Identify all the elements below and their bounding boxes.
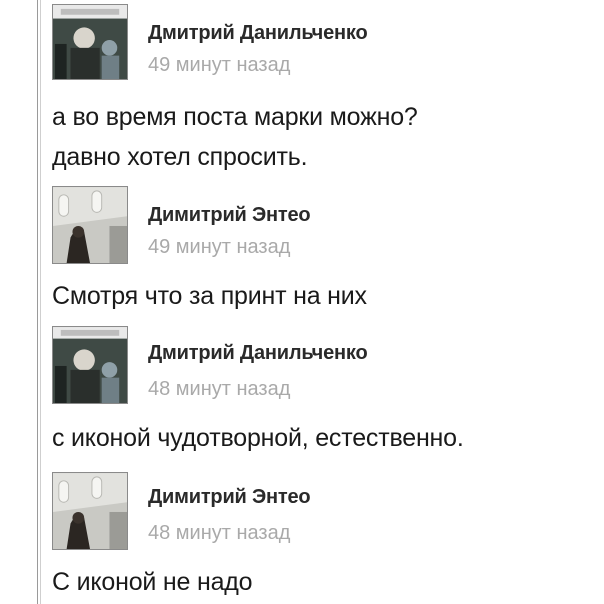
comment-text: С иконой не надо: [52, 568, 253, 596]
user-avatar-church-icon: [53, 473, 127, 549]
avatar[interactable]: [52, 186, 128, 264]
comment-timestamp[interactable]: 48 минут назад: [148, 378, 290, 401]
comment-timestamp[interactable]: 49 минут назад: [148, 54, 290, 77]
comment-author[interactable]: Дмитрий Данильченко: [148, 22, 368, 45]
thread-divider: [37, 0, 38, 604]
avatar[interactable]: [52, 4, 128, 80]
avatar[interactable]: [52, 472, 128, 550]
user-avatar-church-icon: [53, 187, 127, 263]
comment-author[interactable]: Димитрий Энтео: [148, 486, 311, 509]
comment-text: с иконой чудотворной, естественно.: [52, 424, 464, 452]
comment-author[interactable]: Дмитрий Данильченко: [148, 342, 368, 365]
comment-timestamp[interactable]: 48 минут назад: [148, 522, 290, 545]
comment-author[interactable]: Димитрий Энтео: [148, 204, 311, 227]
comment-timestamp[interactable]: 49 минут назад: [148, 236, 290, 259]
comment-text: Смотря что за принт на них: [52, 282, 367, 310]
thread-divider-inner: [40, 0, 41, 604]
comment: Димитрий Энтео 48 минут назад С иконой н…: [52, 472, 592, 604]
comment: Дмитрий Данильченко 48 минут назад с ико…: [52, 326, 592, 466]
avatar[interactable]: [52, 326, 128, 404]
comment-thread: Дмитрий Данильченко 49 минут назад а во …: [0, 0, 604, 604]
user-avatar-photo-icon: [53, 5, 127, 79]
comment: Дмитрий Данильченко 49 минут назад а во …: [52, 4, 592, 180]
comment: Димитрий Энтео 49 минут назад Смотря что…: [52, 186, 592, 318]
comment-text: а во время поста марки можно? давно хоте…: [52, 103, 418, 171]
user-avatar-photo-icon: [53, 327, 127, 403]
